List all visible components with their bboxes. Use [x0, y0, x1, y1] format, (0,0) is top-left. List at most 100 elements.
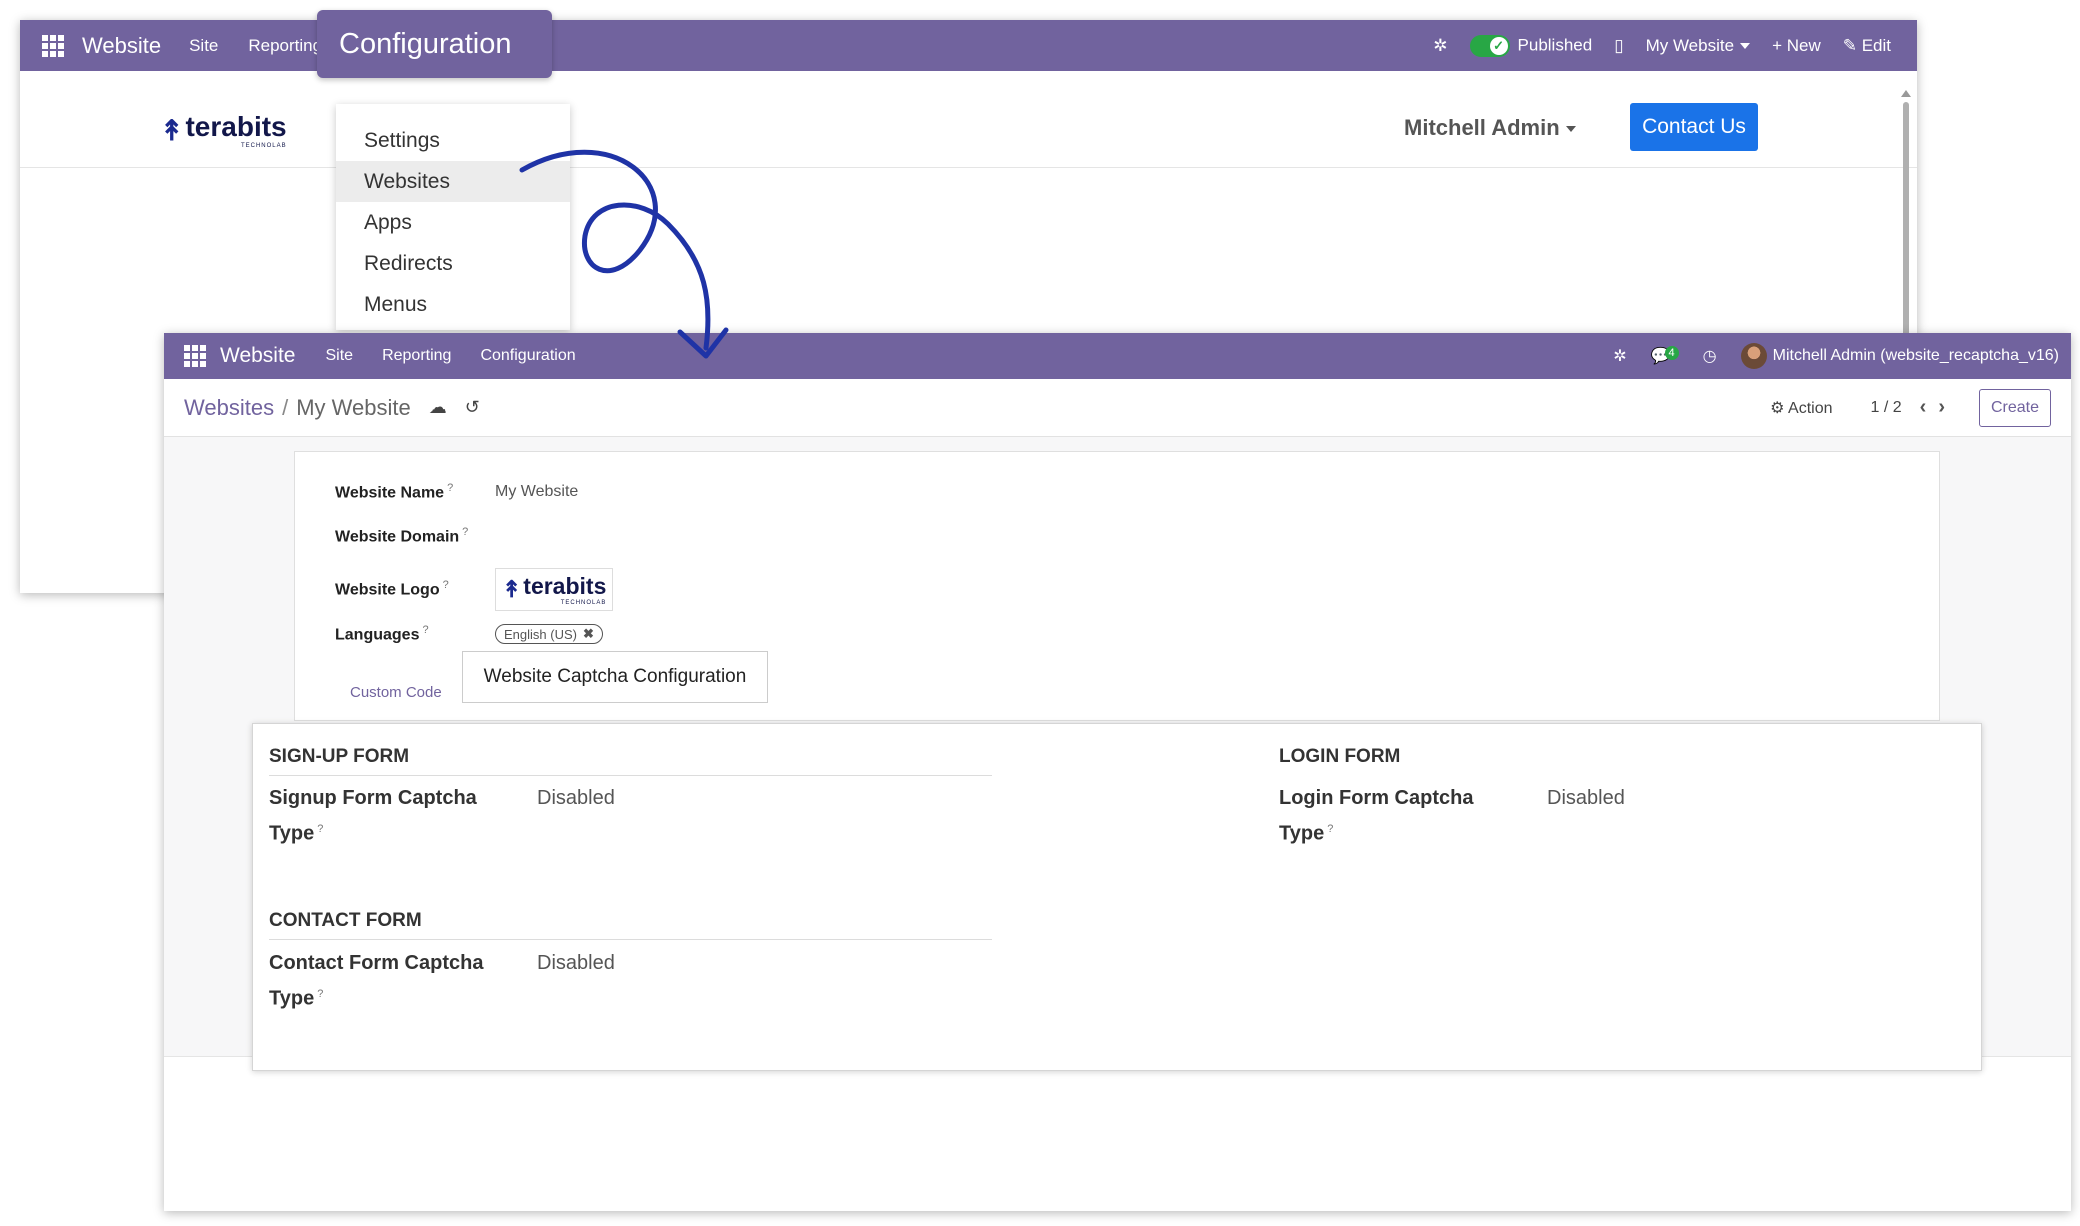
gear-icon: ⚙ [1770, 399, 1789, 417]
chevron-right-icon[interactable]: › [1938, 396, 1957, 418]
logo-subtext: TECHNOLAB [560, 600, 607, 606]
login-captcha-type-field[interactable]: Disabled [1547, 783, 1625, 850]
dropdown-item-settings[interactable]: Settings [336, 120, 570, 161]
scroll-up-icon[interactable] [1901, 90, 1911, 97]
messages-button[interactable]: 💬4 [1651, 346, 1679, 366]
help-icon[interactable]: ? [443, 579, 449, 591]
dropdown-item-websites[interactable]: Websites [336, 161, 570, 202]
activity-clock-icon[interactable]: ◷ [1703, 346, 1717, 366]
login-captcha-row: Login Form Captcha Type? Disabled [1279, 783, 1625, 850]
logo-mark-icon: ↟ [160, 114, 184, 146]
menu-reporting[interactable]: Reporting [248, 36, 322, 56]
contact-captcha-row: Contact Form Captcha Type? Disabled [269, 948, 615, 1015]
label-line: Login Form Captcha [1279, 787, 1474, 809]
action-menu[interactable]: ⚙ Action [1770, 398, 1832, 418]
bug-icon[interactable]: ✲ [1433, 36, 1447, 56]
control-panel: Websites / My Website ☁ ↺ ⚙ Action 1 / 2 ‹… [164, 379, 2071, 437]
signup-form-section-title: SIGN-UP FORM [269, 746, 992, 776]
contact-form-section-title: CONTACT FORM [269, 910, 992, 940]
dropdown-item-redirects[interactable]: Redirects [336, 243, 570, 284]
breadcrumb: Websites / My Website [184, 395, 411, 421]
label-line: Type [269, 987, 315, 1010]
terabits-logo[interactable]: ↟ terabits TECHNOLAB [160, 111, 287, 149]
dropdown-item-apps[interactable]: Apps [336, 202, 570, 243]
chevron-left-icon[interactable]: ‹ [1920, 396, 1939, 418]
signup-captcha-type-field[interactable]: Disabled [537, 783, 615, 850]
label-line: Type [1279, 822, 1325, 845]
menu-reporting[interactable]: Reporting [382, 347, 451, 365]
website-header: ↟ terabits TECHNOLAB Mitchell Admin Conta… [20, 71, 1917, 168]
app-name[interactable]: Website [82, 33, 161, 59]
website-name-label: Website Name? [335, 482, 495, 502]
language-tag-label: English (US) [504, 626, 577, 642]
bug-icon[interactable]: ✲ [1613, 346, 1626, 366]
label-line: Contact Form Captcha [269, 952, 484, 974]
tab-custom-code[interactable]: Custom Code [350, 684, 442, 701]
language-tag[interactable]: English (US) ✖ [495, 624, 603, 645]
messages-count-badge: 4 [1664, 346, 1679, 360]
apps-grid-icon[interactable] [42, 34, 64, 57]
dropdown-item-menus[interactable]: Menus [336, 284, 570, 325]
website-logo-image[interactable]: ↟ terabits TECHNOLAB [495, 568, 614, 611]
apps-grid-icon[interactable] [184, 345, 206, 367]
languages-row: Languages? English (US) ✖ [335, 624, 603, 645]
topbar-right: ✲ Published ▯ My Website + New ✎ Edit [1433, 34, 1917, 57]
breadcrumb-separator: / [282, 394, 289, 420]
menu-site[interactable]: Site [325, 347, 353, 365]
user-name: Mitchell Admin [1404, 115, 1560, 140]
discard-icon[interactable]: ↺ [465, 397, 480, 418]
help-icon[interactable]: ? [462, 526, 468, 538]
pencil-icon: ✎ [1842, 35, 1862, 55]
user-name: Mitchell Admin (website_recaptcha_v16) [1772, 347, 2059, 365]
website-name-row: Website Name? My Website [335, 482, 578, 502]
help-icon[interactable]: ? [422, 624, 428, 636]
breadcrumb-websites[interactable]: Websites [184, 395, 274, 420]
user-menu[interactable]: Mitchell Admin (website_recaptcha_v16) [1740, 343, 2059, 369]
user-menu[interactable]: Mitchell Admin [1404, 115, 1576, 141]
menu-configuration-highlighted[interactable]: Configuration [317, 10, 552, 78]
website-logo-label: Website Logo? [335, 579, 495, 599]
label-text: Website Name [335, 484, 445, 502]
cloud-upload-icon[interactable]: ☁ [429, 397, 447, 418]
toggle-icon[interactable] [1469, 34, 1510, 57]
configuration-dropdown: Settings Websites Apps Redirects Menus [336, 104, 570, 330]
languages-label: Languages? [335, 624, 495, 644]
mobile-preview-icon[interactable]: ▯ [1614, 36, 1623, 56]
help-icon[interactable]: ? [447, 482, 453, 494]
edit-button[interactable]: ✎ Edit [1843, 36, 1891, 56]
website-domain-row: Website Domain? [335, 526, 495, 546]
help-icon[interactable]: ? [317, 823, 323, 835]
website-name-field[interactable]: My Website [495, 483, 578, 501]
contact-captcha-type-field[interactable]: Disabled [537, 948, 615, 1015]
logo-subtext: TECHNOLAB [240, 143, 287, 149]
label-text: Languages [335, 626, 420, 644]
remove-tag-icon[interactable]: ✖ [583, 626, 594, 642]
website-topbar: Website Site Reporting ✲ Published ▯ My … [20, 20, 1917, 71]
login-captcha-label: Login Form Captcha Type? [1279, 783, 1547, 850]
create-button[interactable]: Create [1979, 388, 2051, 427]
topbar-right: ✲ 💬4 ◷ Mitchell Admin (website_recaptcha… [1613, 343, 2071, 369]
avatar [1740, 343, 1767, 369]
new-label: New [1786, 35, 1821, 55]
new-button[interactable]: + New [1772, 36, 1821, 56]
chevron-down-icon [1740, 43, 1751, 50]
website-selector[interactable]: My Website [1646, 36, 1751, 56]
website-backend-window: Website Site Reporting Configuration ✲ 💬… [164, 333, 2071, 1211]
published-toggle[interactable]: Published [1469, 34, 1593, 57]
label-text: Website Logo [335, 581, 440, 599]
help-icon[interactable]: ? [317, 988, 323, 1000]
label-text: Website Domain [335, 528, 460, 546]
published-label: Published [1517, 34, 1593, 54]
help-icon[interactable]: ? [1327, 823, 1333, 835]
signup-captcha-row: Signup Form Captcha Type? Disabled [269, 783, 615, 850]
label-line: Signup Form Captcha [269, 787, 477, 809]
tab-website-captcha-configuration[interactable]: Website Captcha Configuration [462, 651, 768, 703]
website-selector-label: My Website [1645, 35, 1735, 55]
website-domain-label: Website Domain? [335, 526, 495, 546]
signup-captcha-label: Signup Form Captcha Type? [269, 783, 537, 850]
pager-value[interactable]: 1 / 2 [1871, 399, 1902, 417]
contact-us-button[interactable]: Contact Us [1630, 103, 1758, 151]
menu-configuration[interactable]: Configuration [480, 347, 575, 365]
app-name[interactable]: Website [220, 344, 295, 368]
menu-site[interactable]: Site [189, 36, 218, 56]
